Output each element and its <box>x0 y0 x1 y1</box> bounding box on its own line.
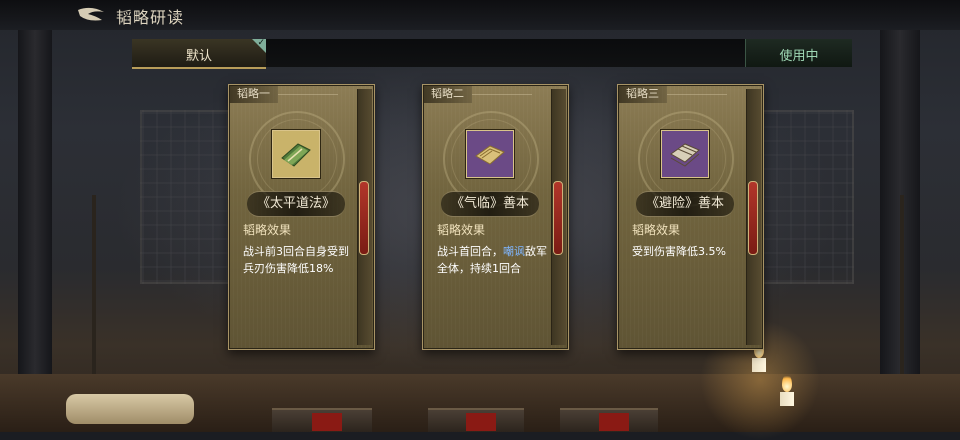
back-button[interactable] <box>76 6 106 24</box>
effect-heading: 韬略效果 <box>437 223 486 237</box>
effect-description: 战斗首回合，嘲讽敌军全体，持续1回合 <box>437 245 547 275</box>
open-scroll-book-icon <box>466 130 514 178</box>
candle-stand-right <box>900 195 904 395</box>
in-use-button[interactable]: 使用中 <box>745 39 852 67</box>
in-use-label: 使用中 <box>779 49 819 64</box>
lattice-window-left <box>140 110 234 284</box>
effect-description: 受到伤害降低3.5% <box>632 245 726 258</box>
card-title: 《避险》善本 <box>636 191 734 217</box>
tab-default-label: 默认 <box>185 49 212 64</box>
effect-heading: 韬略效果 <box>243 223 292 237</box>
card-knob <box>553 181 563 255</box>
top-bar: 韬略研读 <box>0 0 960 30</box>
book-3 <box>560 408 658 432</box>
lattice-window-right <box>760 110 854 284</box>
card-tag: 韬略二 <box>423 85 532 103</box>
page-title: 韬略研读 <box>116 8 185 27</box>
card-tag: 韬略一 <box>229 85 338 103</box>
book-1 <box>272 408 372 432</box>
card-knob <box>359 181 369 255</box>
preset-tab-bar: 默认 ✓ 使用中 <box>132 38 852 69</box>
card-title: 《太平道法》 <box>247 191 345 217</box>
rolled-scroll <box>66 394 194 424</box>
candle-1 <box>752 358 766 372</box>
strategy-card-2[interactable]: 韬略二 《气临》善本 韬略效果 战斗首回合，嘲讽敌军全体，持续1回合 <box>422 84 569 350</box>
selected-check-icon: ✓ <box>252 38 266 53</box>
book-2 <box>428 408 524 432</box>
card-knob <box>748 181 758 255</box>
back-arrow-icon <box>78 7 104 21</box>
effect-heading: 韬略效果 <box>632 223 681 237</box>
stacked-book-icon <box>661 130 709 178</box>
tab-default[interactable]: 默认 ✓ <box>132 38 266 69</box>
taunt-keyword-link[interactable]: 嘲讽 <box>503 245 525 258</box>
green-scroll-book-icon <box>272 130 320 178</box>
strategy-card-3[interactable]: 韬略三 《避险》善本 韬略效果 受到伤害降低3.5% <box>617 84 764 350</box>
candle-2 <box>780 392 794 406</box>
flame-2 <box>782 374 792 392</box>
candle-stand-left <box>92 195 96 395</box>
card-title: 《气临》善本 <box>441 191 539 217</box>
effect-description: 战斗前3回合自身受到兵刃伤害降低18% <box>243 245 349 275</box>
pillar-left <box>18 30 52 410</box>
card-tag: 韬略三 <box>618 85 727 103</box>
strategy-card-1[interactable]: 韬略一 《太平道法》 韬略效果 战斗前3回合自身受到兵刃伤害降低18% <box>228 84 375 350</box>
